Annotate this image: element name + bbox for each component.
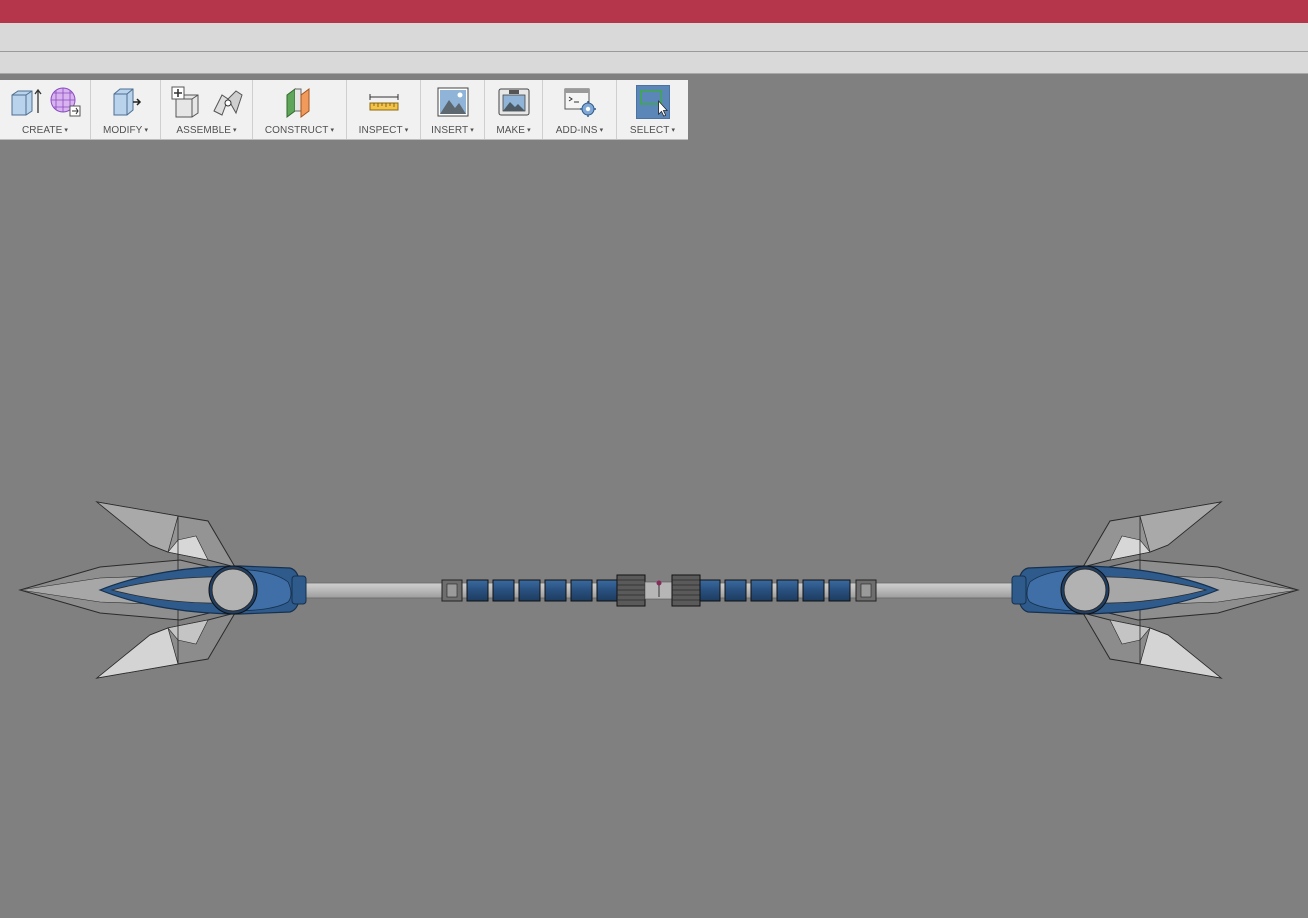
toolbar-group-assemble[interactable]: ASSEMBLE ▾ (160, 80, 252, 139)
3d-print-icon[interactable] (497, 85, 531, 119)
application-bar (0, 52, 1308, 74)
toolbar-label-inspect: INSPECT ▾ (358, 125, 409, 136)
toolbar-group-create[interactable]: CREATE ▾ (0, 80, 90, 139)
left-blade-head (19, 501, 307, 679)
toolbar-label-assemble: ASSEMBLE ▾ (176, 125, 237, 136)
toolbar: CREATE ▾ MODIFY ▾ ASSEMBLE ▾ CONSTRUCT ▾… (0, 80, 688, 139)
toolbar-group-inspect[interactable]: INSPECT ▾ (346, 80, 420, 139)
offset-plane-icon[interactable] (283, 85, 317, 119)
toolbar-group-add-ins[interactable]: ADD-INS ▾ (542, 80, 616, 139)
toolbar-label-create: CREATE ▾ (21, 125, 69, 136)
insert-image-icon[interactable] (436, 85, 470, 119)
toolbar-label-make: MAKE ▾ (496, 125, 531, 136)
toolbar-group-construct[interactable]: CONSTRUCT ▾ (252, 80, 346, 139)
press-pull-icon[interactable] (109, 85, 143, 119)
measure-icon[interactable] (367, 85, 401, 119)
scripts-gear-icon[interactable] (563, 85, 597, 119)
toolbar-group-modify[interactable]: MODIFY ▾ (90, 80, 160, 139)
toolbar-label-select: SELECT ▾ (629, 125, 676, 136)
toolbar-group-insert[interactable]: INSERT ▾ (420, 80, 484, 139)
menu-bar (0, 23, 1308, 52)
joint-icon[interactable] (210, 85, 244, 119)
window-select-icon[interactable] (635, 85, 670, 119)
double-bladed-staff-model[interactable] (0, 140, 1308, 913)
toolbar-label-add-ins: ADD-INS ▾ (555, 125, 604, 136)
toolbar-group-select[interactable]: SELECT ▾ (616, 80, 688, 139)
toolbar-label-construct: CONSTRUCT ▾ (264, 125, 335, 136)
extrude-icon[interactable] (8, 85, 42, 119)
toolbar-label-insert: INSERT ▾ (431, 125, 474, 136)
grip-segments (441, 574, 877, 607)
toolbar-label-modify: MODIFY ▾ (102, 125, 149, 136)
title-bar (0, 0, 1308, 23)
right-blade-head (1011, 501, 1299, 679)
new-component-icon[interactable] (170, 85, 204, 119)
toolbar-group-make[interactable]: MAKE ▾ (484, 80, 542, 139)
model-viewport[interactable] (0, 140, 1308, 913)
form-icon[interactable] (48, 85, 82, 119)
